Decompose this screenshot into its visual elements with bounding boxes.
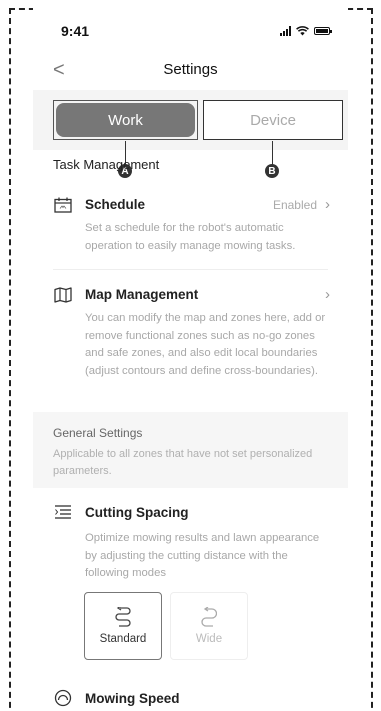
- chevron-right-icon: ›: [325, 196, 330, 213]
- general-settings-heading: General Settings: [53, 426, 143, 440]
- phone-screen: 9:41 < Settings Work Device A B Task Man…: [33, 0, 348, 711]
- nav-bar: < Settings: [33, 57, 348, 83]
- status-time: 9:41: [61, 23, 90, 39]
- page-title: Settings: [163, 61, 218, 78]
- schedule-description: Set a schedule for the robot's automatic…: [85, 222, 296, 252]
- mowing-speed-title: Mowing Speed: [85, 690, 180, 706]
- cutting-spacing-title: Cutting Spacing: [85, 504, 189, 520]
- tab-device[interactable]: Device: [203, 100, 343, 140]
- map-management-description: You can modify the map and zones here, a…: [85, 312, 326, 377]
- schedule-title: Schedule: [85, 197, 146, 212]
- map-icon: [53, 286, 73, 303]
- cutting-spacing-row: Cutting Spacing: [53, 504, 330, 520]
- callout-b-line: [272, 141, 273, 165]
- wifi-icon: [296, 26, 309, 36]
- mode-wide-label: Wide: [195, 633, 223, 645]
- divider: [53, 269, 328, 270]
- chevron-right-icon: ›: [325, 286, 330, 303]
- task-management-heading: Task Management: [53, 157, 160, 172]
- status-icons: [280, 26, 332, 36]
- schedule-status: Enabled: [272, 197, 317, 212]
- speed-gauge-icon: [53, 689, 73, 707]
- mode-standard-button[interactable]: Standard: [84, 592, 162, 660]
- tab-work-label: Work: [56, 103, 195, 137]
- signal-icon: [280, 26, 291, 36]
- status-bar: 9:41: [61, 20, 332, 42]
- calendar-icon: [53, 197, 73, 213]
- list-lines-icon: [53, 504, 73, 520]
- map-management-title: Map Management: [85, 287, 199, 302]
- mode-standard-label: Standard: [99, 633, 147, 645]
- wide-path-icon: [201, 607, 217, 627]
- standard-path-icon: [115, 607, 131, 627]
- map-management-row[interactable]: Map Management ›: [53, 286, 330, 303]
- schedule-row[interactable]: Schedule Enabled ›: [53, 196, 330, 213]
- tab-work[interactable]: Work: [53, 100, 198, 140]
- general-settings-subtitle: Applicable to all zones that have not se…: [53, 448, 313, 477]
- mowing-speed-row[interactable]: Mowing Speed: [53, 689, 330, 707]
- callout-b-marker: B: [265, 164, 279, 178]
- cutting-spacing-description: Optimize mowing results and lawn appeara…: [85, 532, 320, 579]
- battery-icon: [314, 27, 332, 35]
- general-settings-section: General Settings Applicable to all zones…: [33, 412, 348, 488]
- mode-wide-button[interactable]: Wide: [170, 592, 248, 660]
